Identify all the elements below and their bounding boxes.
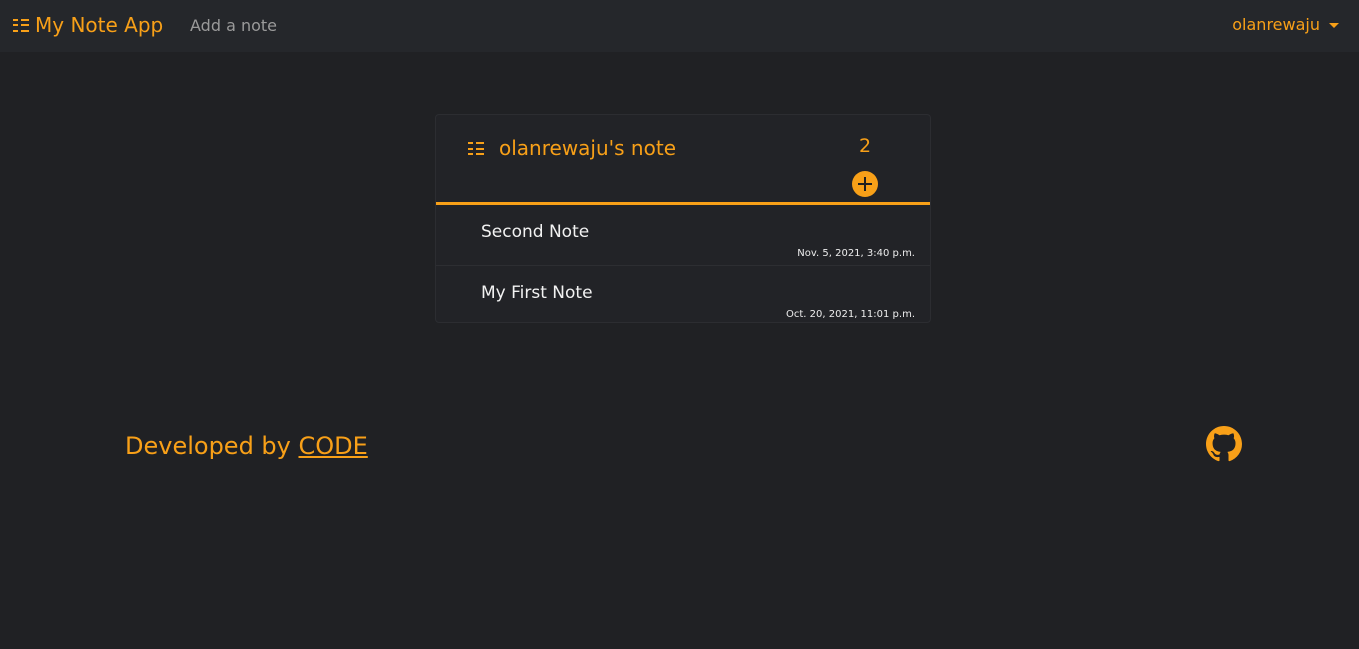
notes-card-header: olanrewaju's note 2 [436,115,930,205]
footer-author-link[interactable]: CODE [299,432,368,460]
brand-link[interactable]: My Note App [13,13,163,37]
note-date: Nov. 5, 2021, 3:40 p.m. [797,248,915,259]
github-link[interactable] [1206,426,1242,462]
top-navbar: My Note App Add a note olanrewaju [0,0,1359,52]
add-note-button[interactable] [852,171,878,197]
github-icon [1206,426,1242,462]
caret-down-icon [1329,23,1339,28]
brand-name: My Note App [35,13,164,37]
footer-prefix: Developed by [125,432,299,460]
note-list-item[interactable]: My First Note Oct. 20, 2021, 11:01 p.m. [436,265,930,325]
notes-card: olanrewaju's note 2 Second Note Nov. 5, … [435,114,931,323]
note-list-item[interactable]: Second Note Nov. 5, 2021, 3:40 p.m. [436,205,930,265]
add-note-link[interactable]: Add a note [190,16,277,35]
note-count: 2 [858,135,872,157]
notes-card-title: olanrewaju's note [499,136,676,160]
note-title: Second Note [481,222,590,242]
footer-credit: Developed by CODE [125,432,368,460]
note-date: Oct. 20, 2021, 11:01 p.m. [786,309,915,320]
list-icon [468,142,484,155]
note-title: My First Note [481,283,593,303]
username-label: olanrewaju [1232,15,1320,34]
user-menu-dropdown[interactable]: olanrewaju [1232,15,1339,34]
list-icon [13,18,29,32]
